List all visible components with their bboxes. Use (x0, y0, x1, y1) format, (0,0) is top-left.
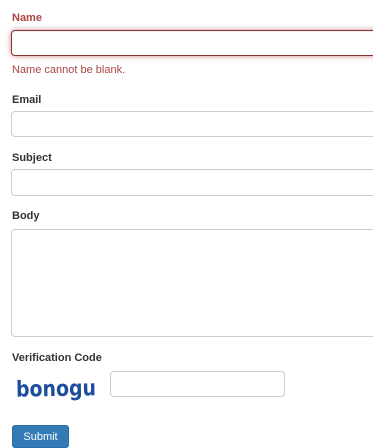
submit-button[interactable]: Submit (12, 425, 69, 448)
verification-code-field[interactable] (110, 371, 285, 397)
email-field[interactable] (11, 111, 373, 137)
subject-label: Subject (12, 152, 52, 164)
name-error-message: Name cannot be blank. (12, 64, 126, 76)
body-label: Body (12, 210, 40, 222)
subject-field[interactable] (11, 169, 373, 196)
email-label: Email (12, 94, 42, 106)
body-field[interactable] (11, 229, 373, 337)
name-label: Name (12, 12, 42, 24)
verification-code-label: Verification Code (12, 352, 102, 364)
name-field[interactable] (11, 30, 373, 56)
contact-form: Name Name cannot be blank. Email Subject… (0, 0, 373, 448)
captcha-image[interactable]: bonogu (14, 368, 98, 404)
captcha-text: bonogu (16, 376, 96, 402)
